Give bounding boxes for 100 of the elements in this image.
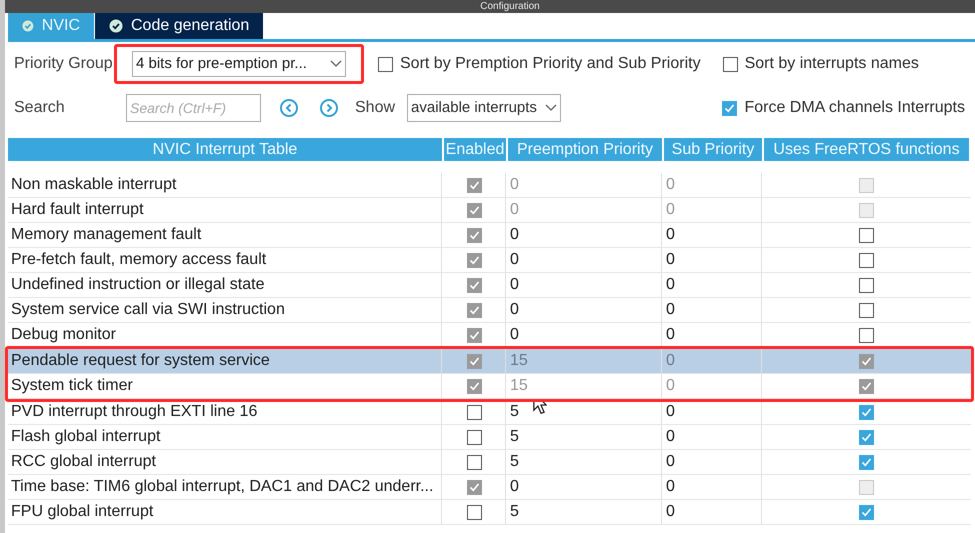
field-label: Priority Group [14, 54, 114, 74]
table-row[interactable]: System tick timer 15 0 [8, 374, 971, 399]
table-cell[interactable]: 0 [664, 248, 762, 272]
checkbox[interactable] [859, 378, 874, 394]
checkbox[interactable] [467, 302, 482, 318]
table-cell: Time base: TIM6 global interrupt, DAC1 and DAC2 underr... [8, 475, 442, 499]
search-field[interactable]: Search (Ctrl+F) [126, 94, 261, 122]
table-cell: Pendable request for system service [8, 349, 442, 373]
table-cell[interactable]: 0 [508, 223, 662, 247]
table-cell[interactable]: 5 [508, 500, 662, 524]
checkmark-icon [861, 406, 872, 418]
table-cell[interactable]: 0 [664, 500, 762, 524]
table-cell[interactable]: 0 [664, 298, 762, 322]
checkmark-icon [469, 280, 480, 290]
checkbox[interactable] [859, 328, 874, 342]
table-cell: System tick timer [8, 374, 442, 398]
checkmark-icon [469, 204, 480, 216]
checkmark-icon [469, 180, 480, 190]
table-cell: Debug monitor [8, 323, 442, 347]
check-circle-icon [22, 19, 34, 33]
checkbox[interactable] [859, 278, 874, 292]
checkbox[interactable] [859, 404, 874, 420]
window-title: Configuration [480, 0, 540, 12]
field-label: Search [14, 98, 66, 118]
checkmark-icon [469, 356, 480, 366]
force-dma-option[interactable]: Force DMA channels Interrupts [722, 96, 965, 120]
checkbox[interactable] [859, 504, 874, 520]
checkmark-icon [469, 304, 480, 316]
checkmark-icon [861, 506, 872, 518]
table-cell[interactable]: 0 [508, 475, 662, 499]
checkmark-icon [469, 230, 480, 240]
checkbox[interactable] [467, 328, 482, 342]
check-circle-icon [109, 19, 123, 33]
checkbox[interactable] [467, 480, 482, 494]
checkmark-icon [469, 482, 480, 492]
checkbox[interactable] [859, 302, 874, 318]
checkbox[interactable] [859, 252, 874, 268]
checkbox[interactable] [467, 252, 482, 268]
checkmark-icon [861, 356, 872, 366]
table-cell: PVD interrupt through EXTI line 16 [8, 400, 442, 424]
table-row[interactable]: Pendable request for system service 15 0 [8, 349, 971, 374]
checkbox[interactable] [467, 404, 482, 420]
table-row[interactable]: FPU global interrupt 5 0 [8, 500, 971, 525]
table-cell[interactable]: 0 [664, 400, 762, 424]
checkbox[interactable] [467, 278, 482, 292]
table-row[interactable]: Hard fault interrupt 0 0 [8, 198, 971, 223]
table-cell[interactable]: 5 [508, 425, 662, 449]
table-row[interactable]: PVD interrupt through EXTI line 16 5 0 [8, 400, 971, 425]
checkbox[interactable] [467, 504, 482, 520]
checkbox[interactable] [722, 100, 738, 116]
checkbox[interactable] [859, 454, 874, 470]
table-row[interactable]: Flash global interrupt 5 0 [8, 425, 971, 450]
table-cell: Flash global interrupt [8, 425, 442, 449]
checkbox[interactable] [467, 228, 482, 242]
table-cell[interactable]: 0 [508, 248, 662, 272]
checkbox[interactable] [467, 202, 482, 218]
table-cell: Non maskable interrupt [8, 173, 442, 197]
next-icon[interactable] [319, 98, 339, 118]
show-dropdown[interactable]: available interrupts [407, 94, 561, 122]
table-row[interactable]: Time base: TIM6 global interrupt, DAC1 and DAC2 underr... 0 0 [8, 475, 971, 500]
table-cell[interactable]: 0 [508, 298, 662, 322]
field-label: Show [355, 98, 396, 118]
sort-option[interactable]: Sort by interrupts names [722, 52, 919, 76]
tab[interactable]: Code generation [95, 13, 264, 39]
checkmark-icon [469, 254, 480, 266]
table-cell: Hard fault interrupt [8, 198, 442, 222]
table-cell[interactable]: 0 [664, 223, 762, 247]
table-row[interactable]: Memory management fault 0 0 [8, 223, 971, 248]
table-cell[interactable]: 0 [664, 450, 762, 474]
sort-option[interactable]: Sort by Premption Priority and Sub Priority [378, 52, 701, 76]
table-cell: FPU global interrupt [8, 500, 442, 524]
table-cell[interactable]: 0 [508, 323, 662, 347]
table-row[interactable]: System service call via SWI instruction 0 0 [8, 298, 971, 323]
table-cell: RCC global interrupt [8, 450, 442, 474]
table-cell[interactable]: 0 [664, 323, 762, 347]
checkmark-icon [861, 380, 872, 392]
chevron-down-icon [330, 60, 342, 68]
checkbox[interactable] [467, 378, 482, 394]
table-cell[interactable]: 0 [664, 475, 762, 499]
table-cell[interactable]: 0 [508, 273, 662, 297]
checkbox[interactable] [467, 430, 482, 444]
table-cell[interactable]: 0 [664, 425, 762, 449]
priority-group-dropdown[interactable]: 4 bits for pre-emption pr... [132, 51, 346, 77]
checkbox[interactable] [467, 454, 482, 470]
checkbox[interactable] [859, 228, 874, 242]
checkbox[interactable] [467, 354, 482, 368]
table-cell[interactable]: 0 [664, 273, 762, 297]
table-row[interactable]: Undefined instruction or illegal state 0 0 [8, 273, 971, 298]
checkmark-icon [724, 102, 736, 114]
previous-icon[interactable] [279, 98, 299, 118]
checkbox[interactable] [859, 354, 874, 368]
table-cell: System service call via SWI instruction [8, 298, 442, 322]
checkbox[interactable] [722, 56, 738, 72]
table-cell[interactable]: 5 [508, 450, 662, 474]
table-row[interactable]: RCC global interrupt 5 0 [8, 450, 971, 475]
checkbox[interactable] [378, 56, 393, 72]
checkbox[interactable] [859, 430, 874, 444]
checkbox[interactable] [467, 178, 482, 192]
table-row[interactable]: Non maskable interrupt 0 0 [8, 173, 971, 198]
table-row[interactable]: Pre-fetch fault, memory access fault 0 0 [8, 248, 971, 273]
